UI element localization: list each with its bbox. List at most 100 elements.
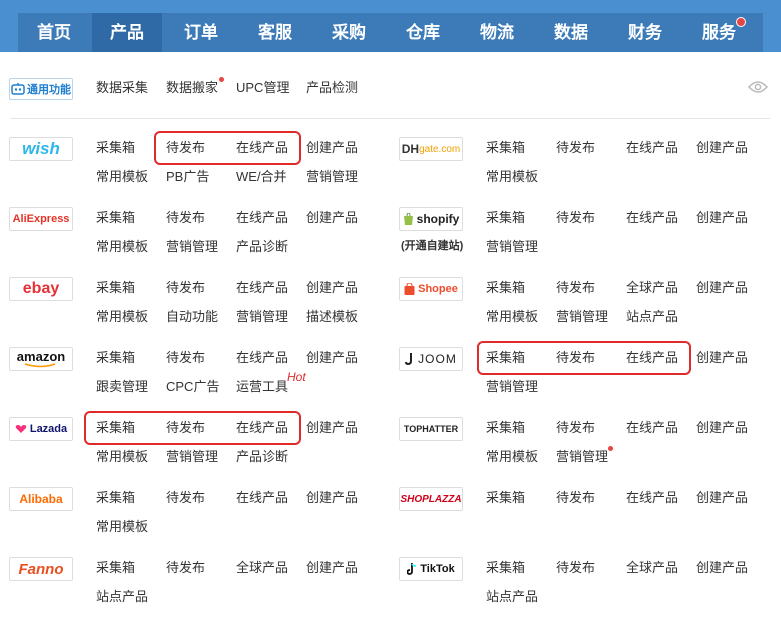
shoplazza-pending-publish[interactable]: 待发布: [556, 490, 595, 506]
fanno-site-products[interactable]: 站点产品: [96, 589, 148, 605]
fanno-collection-box[interactable]: 采集箱: [96, 560, 135, 576]
alibaba-templates[interactable]: 常用模板: [96, 519, 148, 535]
nav-data[interactable]: 数据: [536, 13, 606, 52]
ebay-pending-publish[interactable]: 待发布: [166, 280, 205, 296]
joom-marketing[interactable]: 营销管理: [486, 379, 538, 395]
fanno-global-products[interactable]: 全球产品: [236, 560, 288, 576]
nav-home[interactable]: 首页: [19, 13, 89, 52]
lazada-diagnosis[interactable]: 产品诊断: [236, 449, 288, 465]
aliexpress-templates[interactable]: 常用模板: [96, 239, 148, 255]
shopee-marketing[interactable]: 营销管理: [556, 309, 608, 325]
amazon-logo: amazon: [9, 347, 73, 371]
alibaba-online-products[interactable]: 在线产品: [236, 490, 288, 506]
link-upc-management[interactable]: UPC管理: [236, 80, 289, 96]
link-data-migration[interactable]: 数据搬家: [166, 80, 218, 96]
amazon-create-product[interactable]: 创建产品: [306, 350, 358, 366]
tiktok-create-product[interactable]: 创建产品: [696, 560, 748, 576]
highlight-box: [84, 411, 301, 445]
tophatter-online-products[interactable]: 在线产品: [626, 420, 678, 436]
tophatter-collection-box[interactable]: 采集箱: [486, 420, 525, 436]
wish-pb-ads[interactable]: PB广告: [166, 169, 209, 185]
dhgate-online-products[interactable]: 在线产品: [626, 140, 678, 156]
eye-icon[interactable]: [748, 80, 768, 94]
tophatter-templates[interactable]: 常用模板: [486, 449, 538, 465]
dhgate-templates[interactable]: 常用模板: [486, 169, 538, 185]
link-product-check[interactable]: 产品检测: [306, 80, 358, 96]
ebay-online-products[interactable]: 在线产品: [236, 280, 288, 296]
ebay-collection-box[interactable]: 采集箱: [96, 280, 135, 296]
tiktok-pending-publish[interactable]: 待发布: [556, 560, 595, 576]
shopify-online-products[interactable]: 在线产品: [626, 210, 678, 226]
nav-customer-service[interactable]: 客服: [240, 13, 310, 52]
amazon-follow-sell[interactable]: 跟卖管理: [96, 379, 148, 395]
shopee-pending-publish[interactable]: 待发布: [556, 280, 595, 296]
alibaba-create-product[interactable]: 创建产品: [306, 490, 358, 506]
shoplazza-create-product[interactable]: 创建产品: [696, 490, 748, 506]
wish-marketing[interactable]: 营销管理: [306, 169, 358, 185]
shopee-collection-box[interactable]: 采集箱: [486, 280, 525, 296]
aliexpress-marketing[interactable]: 营销管理: [166, 239, 218, 255]
link-data-collection[interactable]: 数据采集: [96, 80, 148, 96]
aliexpress-create-product[interactable]: 创建产品: [306, 210, 358, 226]
aliexpress-online-products[interactable]: 在线产品: [236, 210, 288, 226]
fanno-create-product[interactable]: 创建产品: [306, 560, 358, 576]
nav-orders[interactable]: 订单: [166, 13, 236, 52]
shopee-templates[interactable]: 常用模板: [486, 309, 538, 325]
amazon-logo-text: amazon: [16, 349, 66, 364]
shopify-marketing[interactable]: 营销管理: [486, 239, 538, 255]
nav-purchasing[interactable]: 采购: [314, 13, 384, 52]
amazon-collection-box[interactable]: 采集箱: [96, 350, 135, 366]
general-functions-label: 通用功能: [27, 84, 71, 96]
dhgate-logo-a: DH: [401, 142, 420, 156]
tiktok-site-products[interactable]: 站点产品: [486, 589, 538, 605]
tophatter-pending-publish[interactable]: 待发布: [556, 420, 595, 436]
shopify-pending-publish[interactable]: 待发布: [556, 210, 595, 226]
shopee-create-product[interactable]: 创建产品: [696, 280, 748, 296]
wish-templates[interactable]: 常用模板: [96, 169, 148, 185]
lazada-heart-icon: [15, 425, 27, 433]
tiktok-collection-box[interactable]: 采集箱: [486, 560, 525, 576]
shopify-open-site-label[interactable]: (开通自建站): [401, 237, 463, 253]
dhgate-pending-publish[interactable]: 待发布: [556, 140, 595, 156]
nav-services[interactable]: 服务: [684, 13, 754, 52]
shopify-collection-box[interactable]: 采集箱: [486, 210, 525, 226]
nav-warehouse[interactable]: 仓库: [388, 13, 458, 52]
nav-products[interactable]: 产品: [92, 13, 162, 52]
tophatter-create-product[interactable]: 创建产品: [696, 420, 748, 436]
lazada-templates[interactable]: 常用模板: [96, 449, 148, 465]
amazon-ops-tools[interactable]: 运营工具: [236, 379, 288, 395]
ebay-marketing[interactable]: 营销管理: [236, 309, 288, 325]
joom-create-product[interactable]: 创建产品: [696, 350, 748, 366]
aliexpress-pending-publish[interactable]: 待发布: [166, 210, 205, 226]
alibaba-collection-box[interactable]: 采集箱: [96, 490, 135, 506]
shoplazza-online-products[interactable]: 在线产品: [626, 490, 678, 506]
ebay-description-templates[interactable]: 描述模板: [306, 309, 358, 325]
ebay-templates[interactable]: 常用模板: [96, 309, 148, 325]
fanno-pending-publish[interactable]: 待发布: [166, 560, 205, 576]
dhgate-collection-box[interactable]: 采集箱: [486, 140, 525, 156]
ebay-create-product[interactable]: 创建产品: [306, 280, 358, 296]
tiktok-logo-text: TikTok: [420, 563, 455, 575]
ebay-automation[interactable]: 自动功能: [166, 309, 218, 325]
nav-finance[interactable]: 财务: [610, 13, 680, 52]
aliexpress-collection-box[interactable]: 采集箱: [96, 210, 135, 226]
amazon-online-products[interactable]: 在线产品: [236, 350, 288, 366]
nav-logistics[interactable]: 物流: [462, 13, 532, 52]
amazon-pending-publish[interactable]: 待发布: [166, 350, 205, 366]
aliexpress-diagnosis[interactable]: 产品诊断: [236, 239, 288, 255]
wish-we-merge[interactable]: WE/合并: [236, 169, 287, 185]
dhgate-create-product[interactable]: 创建产品: [696, 140, 748, 156]
shopee-site-products[interactable]: 站点产品: [626, 309, 678, 325]
shopee-global-products[interactable]: 全球产品: [626, 280, 678, 296]
alibaba-pending-publish[interactable]: 待发布: [166, 490, 205, 506]
tophatter-marketing[interactable]: 营销管理: [556, 449, 608, 465]
wish-create-product[interactable]: 创建产品: [306, 140, 358, 156]
shoplazza-collection-box[interactable]: 采集箱: [486, 490, 525, 506]
shopify-create-product[interactable]: 创建产品: [696, 210, 748, 226]
lazada-marketing[interactable]: 营销管理: [166, 449, 218, 465]
amazon-cpc-ads[interactable]: CPC广告: [166, 379, 219, 395]
wish-collection-box[interactable]: 采集箱: [96, 140, 135, 156]
ebay-logo: ebay: [9, 277, 73, 301]
tiktok-global-products[interactable]: 全球产品: [626, 560, 678, 576]
lazada-create-product[interactable]: 创建产品: [306, 420, 358, 436]
